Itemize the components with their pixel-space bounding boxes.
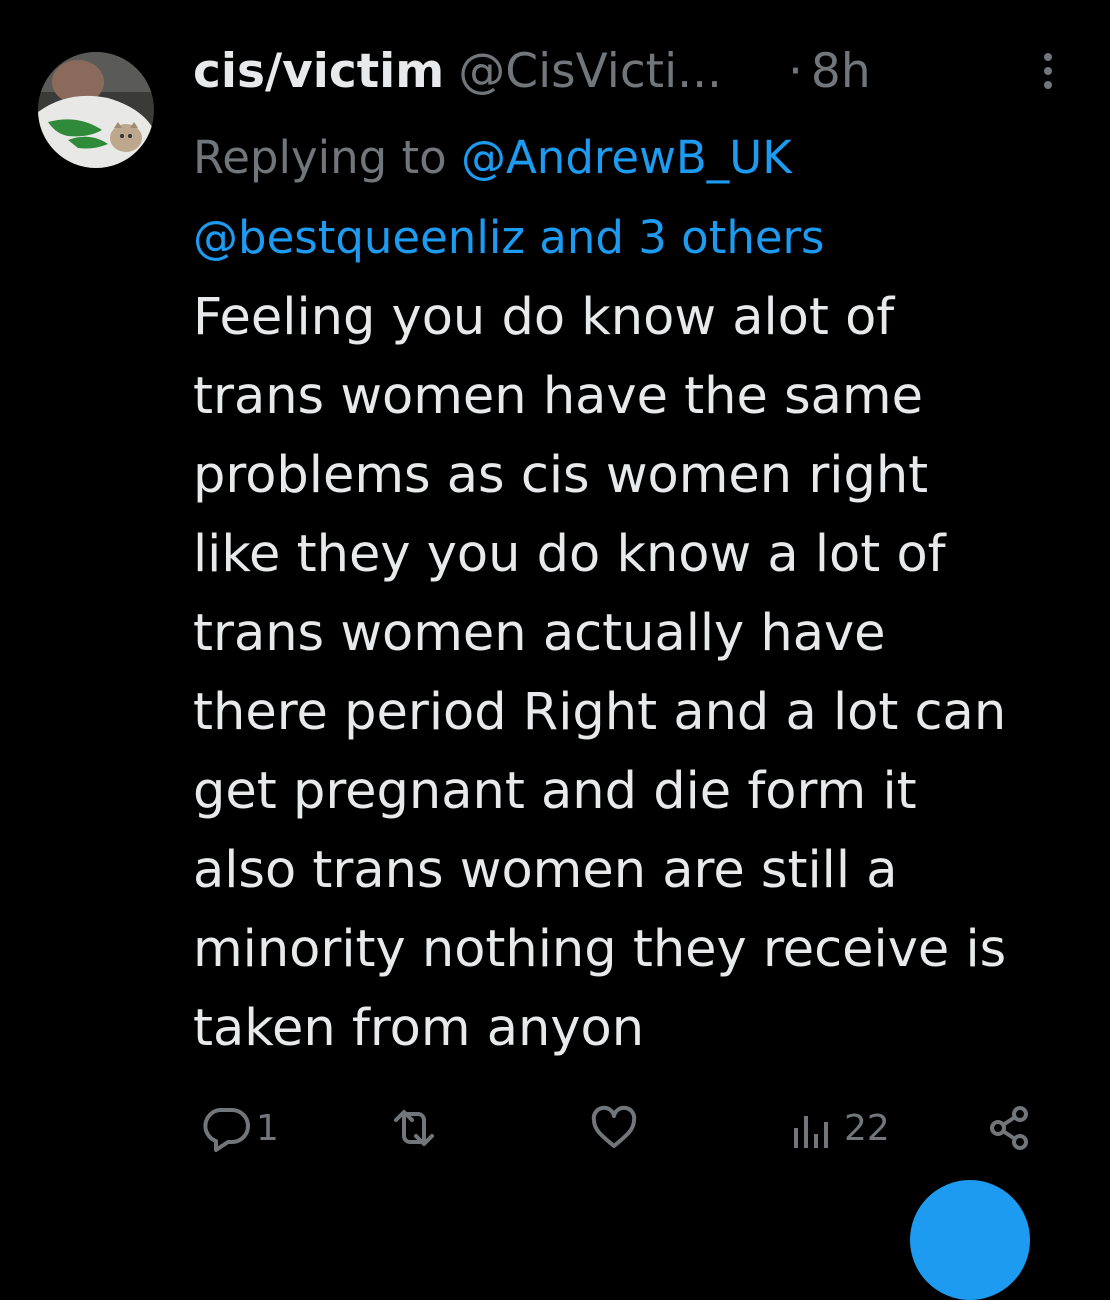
share-button[interactable] <box>982 1100 1040 1156</box>
display-name[interactable]: cis/victim <box>193 40 444 104</box>
tweet-body-line: minority nothing they receive is <box>193 920 1007 979</box>
tweet-body-line: like they you do know a lot of <box>193 525 946 584</box>
tweet-body-line: Feeling you do know alot of <box>193 288 895 347</box>
mention-bestqueenliz[interactable]: @bestqueenliz <box>193 211 525 264</box>
views-count: 22 <box>844 1107 890 1149</box>
like-button[interactable] <box>586 1100 644 1156</box>
more-vertical-icon <box>1044 53 1052 89</box>
avatar[interactable] <box>38 52 154 168</box>
tweet-body: Feeling you do know alot of trans women … <box>193 278 1083 1068</box>
retweet-icon <box>394 1110 434 1146</box>
tweet-body-line: trans women have the same <box>193 367 923 426</box>
mention-others[interactable]: and 3 others <box>539 211 824 264</box>
replying-to-label: Replying to <box>193 131 447 184</box>
share-icon <box>990 1106 1028 1150</box>
views-button[interactable]: 22 <box>786 1100 890 1156</box>
replying-to: Replying to @AndrewB_UK @bestqueenliz an… <box>193 118 1073 278</box>
tweet: cis/victim @CisVicti... · 8h Replying to… <box>0 0 1110 1300</box>
tweet-body-line: trans women actually have <box>193 604 886 663</box>
heart-icon <box>591 1105 637 1148</box>
reply-button[interactable]: 1 <box>198 1100 279 1156</box>
action-bar: 1 22 <box>190 1100 1050 1156</box>
tweet-body-line: get pregnant and die form it <box>193 762 917 821</box>
mention-andrewb-uk[interactable]: @AndrewB_UK <box>461 131 792 184</box>
avatar-image <box>38 52 154 168</box>
separator-dot: · <box>787 44 803 99</box>
reply-icon <box>203 1108 250 1152</box>
tweet-body-line: taken from anyon <box>193 999 645 1058</box>
user-handle[interactable]: @CisVicti... <box>458 40 722 104</box>
timestamp[interactable]: 8h <box>811 40 871 104</box>
tweet-body-line: there period Right and a lot can <box>193 683 1007 742</box>
compose-button[interactable] <box>910 1180 1030 1300</box>
tweet-body-line: also trans women are still a <box>193 841 898 900</box>
retweet-button[interactable] <box>386 1100 444 1156</box>
tweet-header: cis/victim @CisVicti... · 8h <box>193 40 871 104</box>
tweet-body-line: problems as cis women right <box>193 446 929 505</box>
more-options-button[interactable] <box>1036 48 1060 94</box>
reply-count: 1 <box>256 1107 279 1149</box>
views-icon <box>794 1116 828 1148</box>
